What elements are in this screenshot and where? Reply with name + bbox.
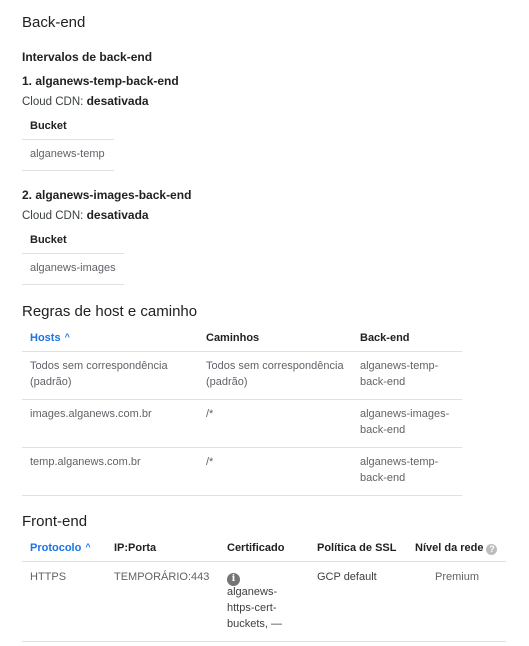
cdn-value: desativada xyxy=(86,94,149,108)
path-cell: /* xyxy=(206,408,214,420)
backend-cell: alganews-temp-back-end xyxy=(360,360,439,388)
ssl-header: Política de SSL xyxy=(317,542,397,554)
backend-header: Back-end xyxy=(360,332,410,344)
protocol-sort-header[interactable]: Protocolo ^ xyxy=(30,542,91,554)
cdn-value: desativada xyxy=(86,208,149,222)
bucket-value: alganews-temp xyxy=(30,148,105,160)
hosts-header-label: Hosts xyxy=(30,332,61,344)
divider xyxy=(22,561,506,562)
arrow-up-icon: ^ xyxy=(64,332,70,342)
protocol-header-label: Protocolo xyxy=(30,542,82,554)
ssl-cell: GCP default xyxy=(317,571,377,583)
divider xyxy=(22,170,114,171)
backend-title: Back-end xyxy=(22,14,86,31)
host-rules-title: Regras de host e caminho xyxy=(22,303,198,320)
bucket-header: Bucket xyxy=(30,120,67,132)
divider xyxy=(22,351,462,352)
protocol-cell: HTTPS xyxy=(30,571,67,583)
backend-cell: alganews-temp-back-end xyxy=(360,456,439,484)
bucket-value: alganews-images xyxy=(30,262,116,274)
backend-cell: alganews-images-back-end xyxy=(360,408,450,436)
host-cell: Todos sem correspondência (padrão) xyxy=(30,360,168,388)
backend-intervals-title: Intervalos de back-end xyxy=(22,50,153,64)
cert-cell[interactable]: alganews-https-cert-buckets, — xyxy=(227,584,289,632)
help-icon[interactable]: ? xyxy=(486,544,498,555)
host-cell: images.alganews.com.br xyxy=(30,408,152,420)
backend-item-name: 2. alganews-images-back-end xyxy=(22,188,192,202)
bucket-header: Bucket xyxy=(30,234,67,246)
cert-header: Certificado xyxy=(227,542,285,554)
path-cell: Todos sem correspondência (padrão) xyxy=(206,360,344,388)
backend-item-name: 1. alganews-temp-back-end xyxy=(22,74,179,88)
divider xyxy=(22,139,114,140)
divider xyxy=(22,284,124,285)
ipport-cell: TEMPORÁRIO:443 xyxy=(114,571,210,583)
hosts-sort-header[interactable]: Hosts ^ xyxy=(30,332,70,344)
cdn-label: Cloud CDN: xyxy=(22,96,84,108)
cdn-label: Cloud CDN: xyxy=(22,210,84,222)
tier-header: Nível da rede? xyxy=(415,542,498,555)
host-cell: temp.alganews.com.br xyxy=(30,456,141,468)
paths-header: Caminhos xyxy=(206,332,260,344)
path-cell: /* xyxy=(206,456,214,468)
arrow-up-icon: ^ xyxy=(85,542,91,552)
divider xyxy=(22,253,124,254)
ipport-header: IP:Porta xyxy=(114,542,157,554)
frontend-title: Front-end xyxy=(22,513,88,530)
divider xyxy=(22,641,506,642)
cdn-status: Cloud CDN: desativada xyxy=(22,208,149,222)
divider xyxy=(22,399,462,400)
divider xyxy=(22,447,462,448)
divider xyxy=(22,495,462,496)
tier-cell: Premium xyxy=(435,571,480,583)
tier-header-label: Nível da rede xyxy=(415,542,484,554)
cdn-status: Cloud CDN: desativada xyxy=(22,94,149,108)
